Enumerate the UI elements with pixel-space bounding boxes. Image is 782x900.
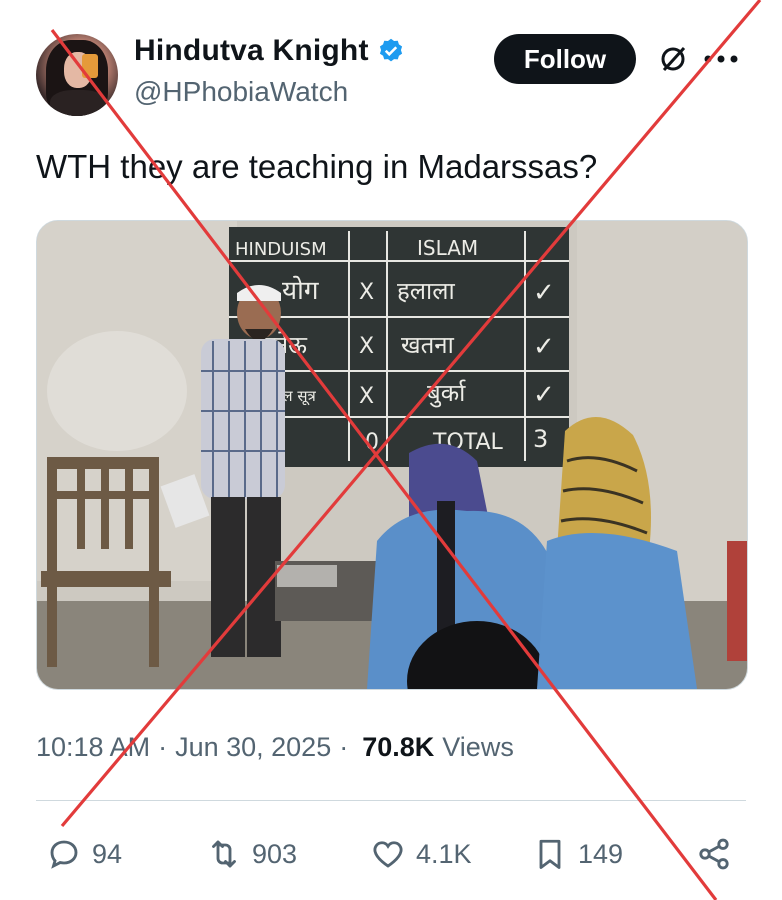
like-count: 4.1K — [416, 838, 472, 869]
avatar[interactable] — [36, 34, 118, 116]
reply-count: 94 — [92, 838, 123, 869]
tweet-header: Hindutva Knight @HPhobiaWatch Follow — [36, 30, 746, 120]
classroom-photo: HINDUISM ISLAM योग X हलाला ✓ जनेऊ X खतना… — [37, 221, 747, 689]
board-total-right: 3 — [533, 425, 548, 453]
tweet-date[interactable]: Jun 30, 2025 — [175, 732, 331, 763]
board-row2-mark-left: X — [359, 334, 374, 359]
author-name-row[interactable]: Hindutva Knight — [134, 34, 405, 68]
like-button[interactable]: 4.1K — [370, 826, 472, 882]
board-row1-mark-left: X — [359, 280, 374, 305]
tweet-time[interactable]: 10:18 AM — [36, 732, 150, 763]
board-col-left: HINDUISM — [235, 239, 327, 260]
author-display-name[interactable]: Hindutva Knight — [134, 34, 369, 68]
board-row3-mark-left: X — [359, 384, 374, 409]
board-row2-right: खतना — [401, 331, 455, 359]
meta-separator: · — [339, 732, 349, 762]
share-icon — [699, 838, 729, 870]
action-bar: 94 903 4.1K 149 — [36, 826, 746, 882]
repost-count: 903 — [252, 838, 298, 869]
follow-button[interactable]: Follow — [494, 34, 636, 84]
author-handle[interactable]: @HPhobiaWatch — [134, 76, 348, 108]
meta-separator: · — [158, 732, 168, 762]
board-row3-mark-right: ✓ — [533, 380, 555, 410]
divider — [36, 800, 746, 801]
board-row1-right: हलाला — [397, 277, 456, 305]
reply-icon — [50, 840, 78, 869]
bookmark-icon — [539, 839, 561, 869]
repost-icon — [212, 840, 236, 868]
bookmark-button[interactable]: 149 — [532, 826, 623, 882]
share-button[interactable] — [696, 826, 732, 882]
tweet-meta: 10:18 AM · Jun 30, 2025 · 70.8K Views — [36, 732, 514, 763]
board-row3-right: बुर्का — [427, 379, 466, 408]
heart-icon — [373, 841, 403, 868]
tweet-text: WTH they are teaching in Madarssas? — [36, 148, 598, 185]
repost-button[interactable]: 903 — [206, 826, 297, 882]
board-row2-mark-right: ✓ — [533, 332, 555, 362]
bookmark-count: 149 — [578, 838, 624, 869]
board-row1-mark-right: ✓ — [533, 278, 555, 308]
views-label: Views — [442, 732, 514, 762]
board-total-left: 0 — [365, 430, 379, 455]
board-row1-left: योग — [282, 275, 319, 306]
views-count: 70.8K — [362, 732, 435, 762]
reply-button[interactable]: 94 — [46, 826, 122, 882]
grok-icon[interactable] — [658, 44, 688, 74]
verified-badge-icon — [379, 38, 402, 62]
more-icon[interactable] — [700, 44, 742, 74]
tweet-photo[interactable]: HINDUISM ISLAM योग X हलाला ✓ जनेऊ X खतना… — [36, 220, 748, 690]
board-col-right: ISLAM — [417, 236, 478, 260]
